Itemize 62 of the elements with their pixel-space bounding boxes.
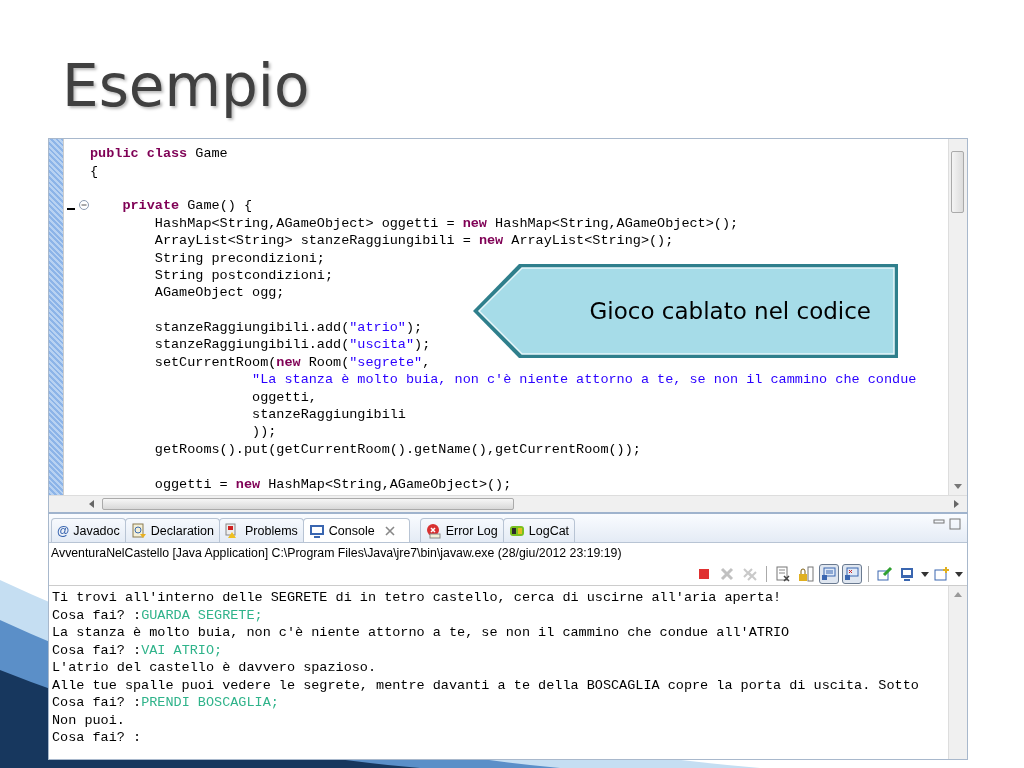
view-tab[interactable]: Console — [302, 518, 410, 542]
lock-icon — [798, 566, 814, 582]
process-label: AvventuraNelCastello [Java Application] C:\Program Files\Java\jre7\bin\javaw.exe (28/giu/2012 23:19:19) — [50, 545, 623, 562]
console-line: Alle tue spalle puoi vedere le segrete, mentre davanti a te della BOSCAGLIA copre la porta di uscita. Sotto — [52, 676, 920, 694]
pin-button[interactable] — [875, 564, 895, 584]
code-line: "La stanza è molto buia, non c'è niente attorno a te, se non il cammino che condue — [251, 372, 917, 388]
console-line: Non puoi. — [52, 711, 126, 729]
slide-title: Esempio — [62, 52, 310, 120]
scrollbar-thumb[interactable] — [102, 498, 514, 510]
code-line: private Game() { — [121, 198, 253, 214]
collapse-icon[interactable] — [79, 200, 89, 211]
code-line: stanzeRaggiungibili.add("uscita"); — [153, 337, 431, 353]
code-line: AGameObject ogg; — [153, 285, 285, 301]
caret-icon[interactable] — [921, 571, 929, 577]
console-line: Cosa fai? : — [52, 729, 143, 747]
down-arrow-icon[interactable] — [954, 484, 962, 489]
error-icon — [425, 522, 442, 539]
right-arrow-icon[interactable] — [954, 500, 959, 508]
code-line: oggetti = new HashMap<String,AGameObject>(); — [153, 476, 512, 492]
code-line: getRooms().put(getCurrentRoom().getName(),getCurrentRoom()); — [153, 441, 641, 457]
code-line: oggetti, — [251, 389, 317, 405]
vertical-scrollbar[interactable] — [948, 139, 967, 495]
document-button[interactable] — [773, 564, 793, 584]
scrollbar-thumb[interactable] — [951, 151, 964, 213]
code-line: String postcondizioni; — [153, 267, 334, 283]
speech-button[interactable] — [819, 564, 839, 584]
new-window-icon — [934, 566, 950, 582]
declaration-icon — [130, 522, 147, 539]
double-cross-icon — [742, 566, 758, 582]
code-line: String precondizioni; — [153, 250, 325, 266]
speech-icon — [821, 566, 837, 582]
pin-icon — [877, 566, 893, 582]
monitor-icon — [308, 522, 325, 539]
speech-error-icon — [844, 566, 860, 582]
document-icon — [775, 566, 791, 582]
callout-arrow: Gioco cablato nel codice — [471, 262, 901, 360]
caret-icon[interactable] — [955, 571, 963, 577]
console-line: La stanza è molto buia, non c'è niente attorno a te, se non il cammino che condue all'ATRIO — [52, 624, 791, 642]
stop-icon — [696, 566, 712, 582]
code-line: HashMap<String,AGameObject> oggetti = new HashMap<String,AGameObject>(); — [153, 215, 739, 231]
code-line: ArrayList<String> stanzeRaggiungibili = new ArrayList<String>(); — [153, 233, 674, 249]
console-line: Cosa fai? :GUARDA SEGRETE; — [52, 606, 264, 624]
horizontal-scrollbar[interactable] — [49, 495, 967, 512]
code-line: setCurrentRoom(new Room("segrete", — [153, 354, 431, 370]
console-line: Ti trovi all'interno delle SEGRETE di in tetro castello, cerca di uscirne all'aria aperta! — [52, 589, 783, 607]
close-icon[interactable] — [384, 525, 395, 536]
view-tab[interactable]: LogCat — [502, 518, 576, 542]
code-line: { — [90, 163, 99, 179]
speech-error-button[interactable] — [842, 564, 862, 584]
cross-icon — [719, 566, 735, 582]
code-line: stanzeRaggiungibili — [251, 407, 406, 423]
code-line: )); — [251, 424, 277, 440]
left-arrow-icon[interactable] — [89, 500, 94, 508]
monitor-icon — [900, 566, 916, 582]
code-line: stanzeRaggiungibili.add("atrio"); — [153, 320, 423, 336]
console-line: Cosa fai? :PRENDI BOSCAGLIA; — [52, 694, 280, 712]
code-line: public class Game — [90, 146, 228, 162]
console-line: L'atrio del castello è davvero spazioso. — [52, 659, 378, 677]
up-arrow-icon[interactable] — [954, 592, 962, 597]
vertical-scrollbar[interactable] — [948, 586, 967, 759]
console-line: Cosa fai? :VAI ATRIO; — [52, 641, 224, 659]
maximize-icon[interactable] — [949, 518, 961, 530]
